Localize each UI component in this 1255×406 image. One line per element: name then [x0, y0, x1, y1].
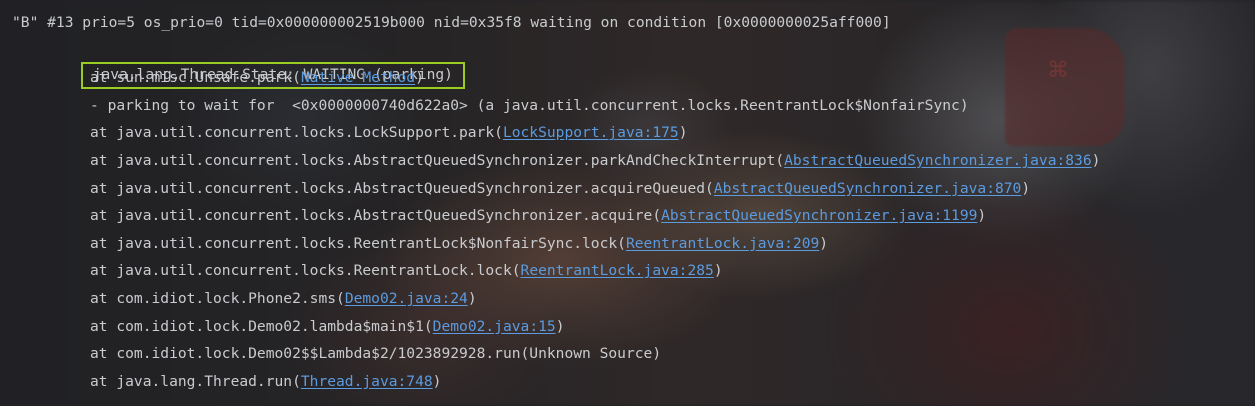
stack-frame-text-suffix: ) [467, 289, 477, 307]
stack-frame-line: at com.idiot.lock.Phone2.sms(Demo02.java… [12, 288, 1255, 316]
stack-frame-text-suffix: ) [555, 317, 565, 335]
source-location-link[interactable]: Thread.java:748 [301, 373, 433, 390]
stack-frame-text: at java.util.concurrent.locks.AbstractQu… [90, 179, 714, 197]
stack-frame-text-suffix: ) [819, 234, 829, 252]
stack-frame-line: at java.util.concurrent.locks.AbstractQu… [12, 150, 1255, 178]
stack-frame-line: at com.idiot.lock.Demo02.lambda$main$1(D… [12, 316, 1255, 344]
stack-frame-text: at sun.misc.Unsafe.park( [90, 69, 301, 87]
stack-frame-line: at java.util.concurrent.locks.AbstractQu… [12, 205, 1255, 233]
stack-frame-text: at java.util.concurrent.locks.LockSuppor… [90, 124, 503, 142]
stack-frame-text: at java.util.concurrent.locks.ReentrantL… [90, 262, 521, 280]
thread-dump: "B" #13 prio=5 os_prio=0 tid=0x000000002… [12, 12, 1255, 398]
thread-header-line: "B" #13 prio=5 os_prio=0 tid=0x000000002… [12, 14, 891, 31]
source-location-link[interactable]: AbstractQueuedSynchronizer.java:1199 [661, 207, 977, 224]
stack-frame-text-suffix: ) [1021, 179, 1031, 197]
stack-frame-line: at java.util.concurrent.locks.AbstractQu… [12, 178, 1255, 206]
stack-frame-line: at sun.misc.Unsafe.park(Native Method) [12, 67, 1255, 95]
stack-frame-line: at com.idiot.lock.Demo02$$Lambda$2/10238… [12, 343, 1255, 371]
source-location-link[interactable]: ReentrantLock.java:285 [521, 262, 714, 279]
stack-frame-line: at java.util.concurrent.locks.ReentrantL… [12, 260, 1255, 288]
stack-frame-text: at java.util.concurrent.locks.AbstractQu… [90, 207, 662, 225]
thread-state-line: java.lang.Thread.State: WAITING (parking… [12, 40, 1255, 89]
stack-frame-text-suffix: ) [713, 262, 723, 280]
stack-frame-text: at java.util.concurrent.locks.ReentrantL… [90, 234, 626, 252]
source-location-link[interactable]: Demo02.java:15 [433, 318, 556, 335]
stack-frame-line: at java.lang.Thread.run(Thread.java:748) [12, 371, 1255, 399]
source-location-link[interactable]: AbstractQueuedSynchronizer.java:870 [714, 180, 1022, 197]
stack-frame-text-suffix: ) [432, 372, 442, 390]
stack-frame-text: - parking to wait for <0x0000000740d622a… [90, 96, 969, 114]
source-location-link[interactable]: ReentrantLock.java:209 [626, 235, 819, 252]
source-location-link[interactable]: AbstractQueuedSynchronizer.java:836 [784, 152, 1092, 169]
stack-frame-line: at java.util.concurrent.locks.ReentrantL… [12, 233, 1255, 261]
stack-frame-text-suffix: ) [977, 207, 987, 225]
stack-frame-text-suffix: ) [1091, 151, 1101, 169]
stack-frame-text: at com.idiot.lock.Demo02$$Lambda$2/10238… [90, 345, 662, 363]
stack-frame-text-suffix: ) [678, 124, 688, 142]
stack-frame-text: at java.util.concurrent.locks.AbstractQu… [90, 151, 785, 169]
console-output-panel[interactable]: ⌘ "B" #13 prio=5 os_prio=0 tid=0x0000000… [0, 0, 1255, 406]
stack-frame-text: at java.lang.Thread.run( [90, 372, 301, 390]
stack-frame-line: - parking to wait for <0x0000000740d622a… [12, 95, 1255, 123]
stack-frame-text: at com.idiot.lock.Phone2.sms( [90, 289, 345, 307]
stack-frame-line: at java.util.concurrent.locks.LockSuppor… [12, 122, 1255, 150]
stack-frame-text-suffix: ) [415, 69, 424, 87]
stack-frames: at sun.misc.Unsafe.park(Native Method) - … [12, 67, 1255, 398]
source-location-link[interactable]: Demo02.java:24 [345, 290, 468, 307]
stack-frame-text: at com.idiot.lock.Demo02.lambda$main$1( [90, 317, 433, 335]
source-location-link[interactable]: LockSupport.java:175 [503, 124, 679, 141]
source-location-link[interactable]: Native Method [301, 69, 415, 86]
